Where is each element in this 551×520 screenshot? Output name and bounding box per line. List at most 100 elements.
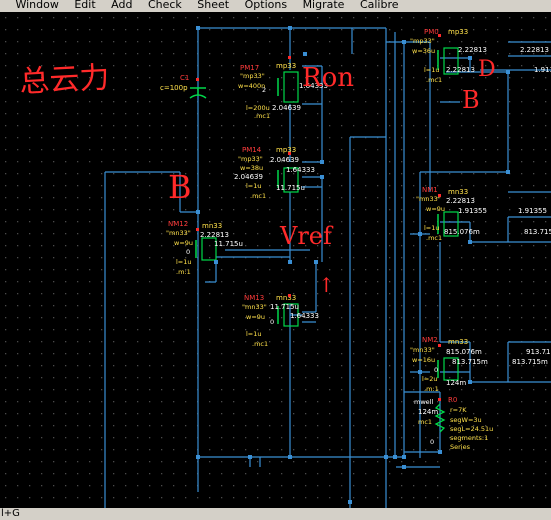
pm14-length: l=1u bbox=[246, 182, 262, 190]
pm0-value-1: 2.22813 bbox=[458, 46, 487, 54]
nm2-model: "mn33" bbox=[410, 346, 435, 354]
nm13-multiplier: .mc1 bbox=[252, 340, 268, 348]
nm13-width: w=9u bbox=[246, 313, 265, 321]
nm1-width: w=9u bbox=[426, 205, 445, 213]
nm1-model: "mn33" bbox=[416, 195, 441, 203]
menu-migrate[interactable]: Migrate bbox=[303, 0, 345, 10]
c1-name: C1 bbox=[180, 74, 189, 82]
nm1-value-4: 815.076m bbox=[444, 228, 480, 236]
pm17-model: "mp33" bbox=[240, 72, 265, 80]
nm12-value-2: 11.715u bbox=[214, 240, 243, 248]
annotation-d-right: D bbox=[478, 57, 496, 82]
pm0-model: "mp33" bbox=[410, 37, 435, 45]
schematic-canvas[interactable]: C1 c=100p PM17 "mp33" w=400n l=200u .mc1… bbox=[0, 12, 551, 508]
nm1-subckt: mn33 bbox=[448, 188, 468, 196]
nm12-length: l=1u bbox=[176, 258, 192, 266]
nm2-value-4: 813.715m bbox=[512, 358, 548, 366]
pm17-value-2: 2.04639 bbox=[272, 104, 301, 112]
nm2-multiplier: .m:1 bbox=[424, 385, 439, 393]
nm13-length: l=1u bbox=[246, 330, 262, 338]
pm0-value-2: 2.22813 bbox=[446, 66, 475, 74]
pm0-value-3: 2.22813 bbox=[520, 46, 549, 54]
r0-name: R0 bbox=[448, 396, 457, 404]
pm17-name: PM17 bbox=[240, 64, 259, 72]
annotation-chinese-note: 总云力 bbox=[19, 60, 111, 100]
menu-sheet[interactable]: Sheet bbox=[197, 0, 229, 10]
nm13-subckt: mn33 bbox=[276, 294, 296, 302]
pm14-value-2: 1.64333 bbox=[286, 166, 315, 174]
schematic-window: { "menu": ["gn", "Window", "Edit", "Add"… bbox=[0, 0, 551, 520]
nm1-value-3: 1.91355 bbox=[518, 207, 547, 215]
nm12-bulk: 0 bbox=[186, 248, 190, 256]
nm12-value-1: 2.22813 bbox=[200, 231, 229, 239]
r0-resistance: r=7K bbox=[450, 406, 467, 414]
r0-segments: segments:1 bbox=[450, 434, 488, 442]
r0-series: Series bbox=[450, 443, 471, 451]
pm14-name: PM14 bbox=[242, 146, 262, 154]
nm2-value-1: 815.076m bbox=[446, 348, 482, 356]
nm2-value-2: 813.715m bbox=[452, 358, 488, 366]
menu-edit[interactable]: Edit bbox=[74, 0, 95, 10]
nm2-bulk: 0 bbox=[434, 366, 438, 374]
annotation-ron: Ron bbox=[302, 63, 354, 93]
nm12-name: NM12 bbox=[168, 220, 188, 228]
menu-options[interactable]: Options bbox=[245, 0, 287, 10]
pm0-width: w=36u bbox=[412, 47, 435, 55]
status-bar: l+G bbox=[0, 508, 551, 520]
nm12-model: "mn33" bbox=[166, 229, 191, 237]
menu-check[interactable]: Check bbox=[148, 0, 182, 10]
pm17-pin: 2 bbox=[262, 86, 266, 94]
pm14-multiplier: .mc1 bbox=[250, 192, 266, 200]
menu-bar: gn Window Edit Add Check Sheet Options M… bbox=[0, 0, 551, 12]
nm1-value-2: 1.91355 bbox=[458, 207, 487, 215]
pm17-subckt: mp33 bbox=[276, 62, 296, 70]
nm2-value-3: 913.71 bbox=[526, 348, 551, 356]
nm13-model: "mn33" bbox=[242, 303, 267, 311]
annotation-arrow: ↑ bbox=[318, 273, 335, 297]
nm1-name: NM1 bbox=[422, 186, 438, 194]
c1-value: c=100p bbox=[160, 84, 188, 92]
pm0-multiplier: .mc1 bbox=[426, 76, 442, 84]
pm14-value-4: 11.715u bbox=[276, 184, 305, 192]
annotation-vref: Vref bbox=[279, 222, 334, 250]
pm0-subckt: mp33 bbox=[448, 28, 468, 36]
pm14-width: w=38u bbox=[240, 164, 263, 172]
menu-calibre[interactable]: Calibre bbox=[360, 0, 399, 10]
pm0-length: l=1u bbox=[424, 66, 440, 74]
pm17-length: l=200u bbox=[246, 104, 270, 112]
nm12-subckt: mn33 bbox=[202, 222, 222, 230]
r0-voltage: 124m bbox=[418, 408, 438, 416]
annotation-b-left: B bbox=[168, 168, 192, 206]
nm1-multiplier: .mc1 bbox=[426, 234, 442, 242]
r0-multiplier: mc1 bbox=[418, 418, 432, 426]
pm14-value-3: 2.04639 bbox=[234, 173, 263, 181]
pm14-value-1: 2.04639 bbox=[270, 156, 299, 164]
nm1-length: l=1u bbox=[424, 224, 440, 232]
menu-add[interactable]: Add bbox=[111, 0, 132, 10]
pm0-value-4: 1.913 bbox=[534, 66, 551, 74]
nm2-length: l=2u bbox=[422, 375, 438, 383]
nm12-multiplier: .m:1 bbox=[176, 268, 191, 276]
nm2-subckt: mn33 bbox=[448, 338, 468, 346]
nm13-name: NM13 bbox=[244, 294, 264, 302]
nm2-value-5: 124m bbox=[446, 379, 466, 387]
r0-seg-width: segW=3u bbox=[450, 416, 482, 424]
pm14-subckt: mp33 bbox=[276, 146, 296, 154]
annotation-b-right: B bbox=[462, 86, 480, 114]
status-text: l+G bbox=[1, 508, 20, 519]
menu-window[interactable]: Window bbox=[15, 0, 58, 10]
nm1-value-1: 2.22813 bbox=[446, 197, 475, 205]
nm13-value-1: 11.715u bbox=[270, 303, 299, 311]
r0-bulk: 0 bbox=[430, 438, 434, 446]
r0-model: mwell bbox=[414, 398, 433, 406]
r0-seg-length: segL=24.51u bbox=[450, 425, 493, 433]
nm13-value-2: 1.64333 bbox=[290, 312, 319, 320]
nm12-width: w=9u bbox=[174, 239, 193, 247]
nm2-width: w=16u bbox=[412, 356, 435, 364]
nm1-value-5: 813.715 bbox=[524, 228, 551, 236]
nm2-name: NM2 bbox=[422, 336, 438, 344]
nm13-bulk: 0 bbox=[270, 318, 274, 326]
pm0-name: PM0 bbox=[424, 28, 439, 36]
pm17-multiplier: .mc1 bbox=[254, 112, 270, 120]
pm14-model: "mp33" bbox=[238, 155, 263, 163]
